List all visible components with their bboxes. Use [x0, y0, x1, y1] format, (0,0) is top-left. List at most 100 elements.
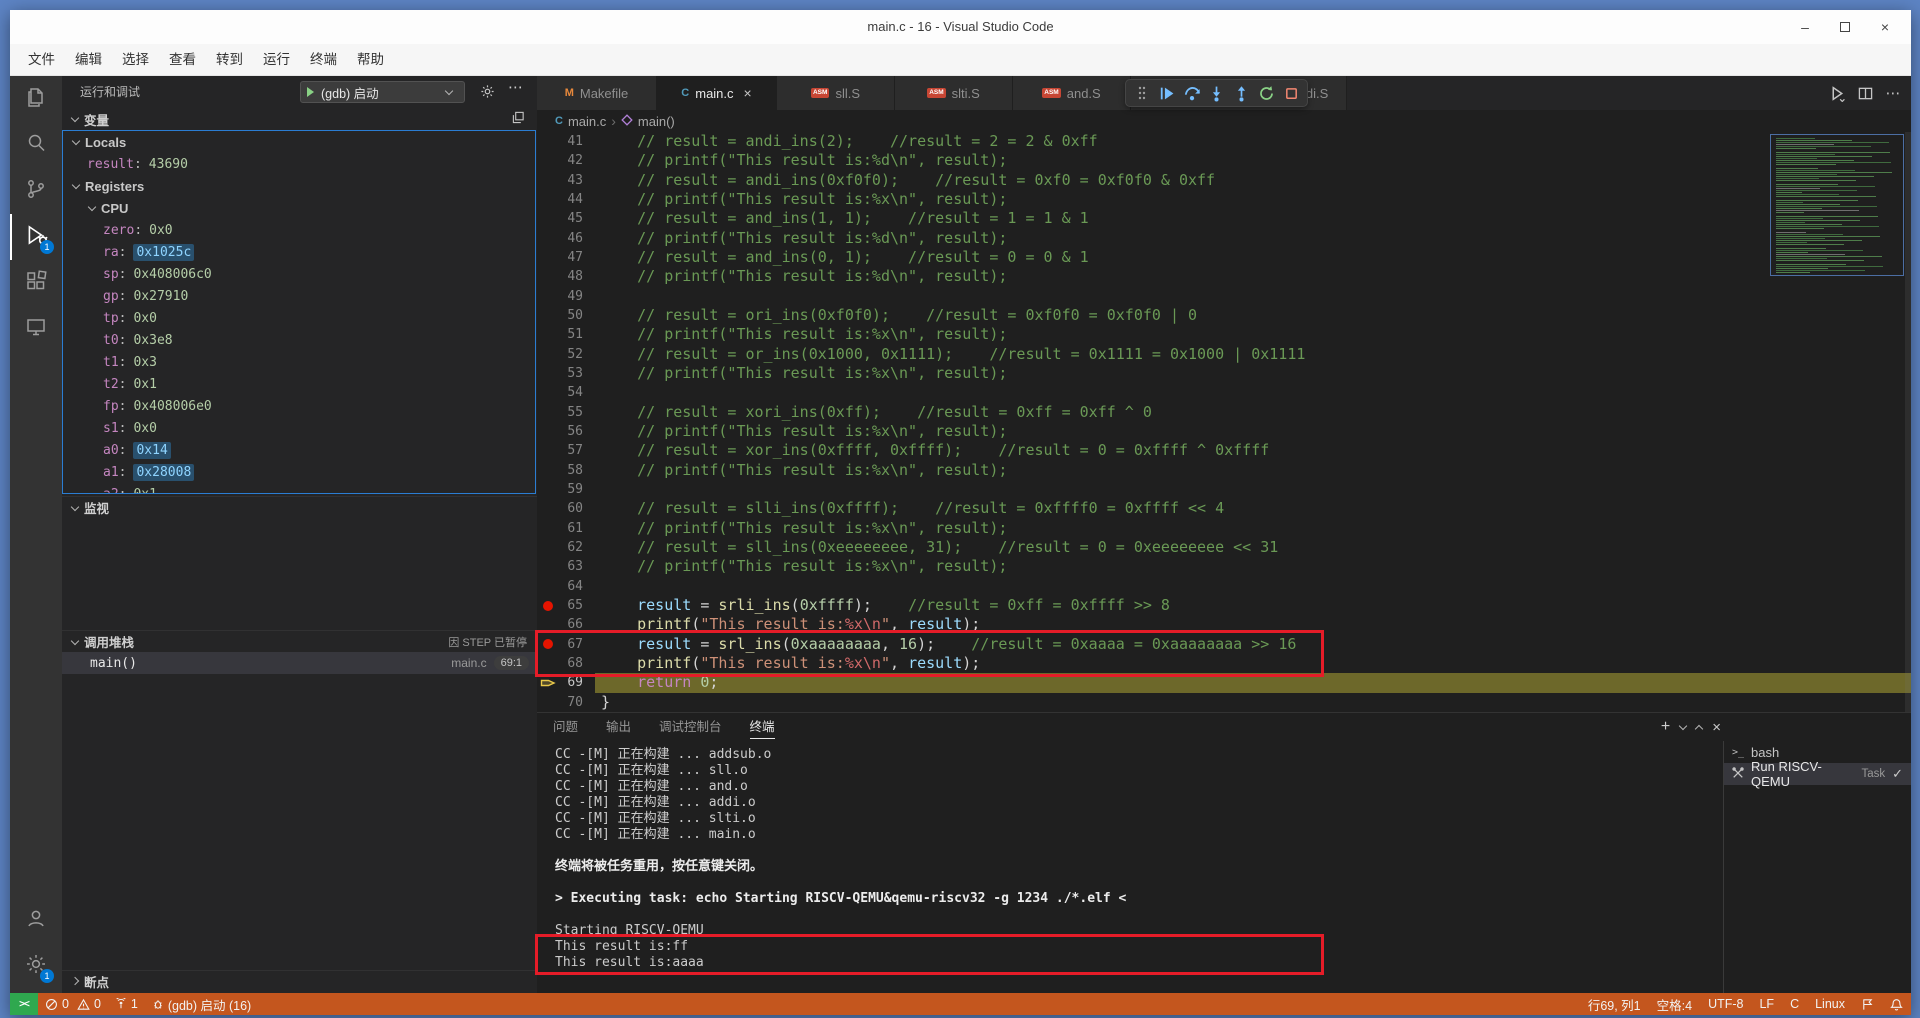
gutter[interactable] — [537, 171, 559, 190]
menu-item-转到[interactable]: 转到 — [206, 44, 253, 76]
ports-status[interactable]: 1 — [108, 993, 145, 1015]
variable-row[interactable]: ra:0x1025c — [63, 241, 535, 263]
panel-tab-调试控制台[interactable]: 调试控制台 — [659, 716, 722, 738]
code-line[interactable]: 63 // printf("This result is:%x\n", resu… — [537, 557, 1911, 576]
gutter[interactable] — [537, 499, 559, 518]
more-actions-icon[interactable]: ⋯ — [508, 78, 524, 96]
status-item[interactable]: 行69, 列1 — [1580, 993, 1649, 1015]
variable-row[interactable]: t2:0x1 — [63, 373, 535, 395]
breadcrumb-file[interactable]: main.c — [568, 114, 606, 129]
code-line[interactable]: 56 // printf("This result is:%x\n", resu… — [537, 422, 1911, 441]
variables-section-header[interactable]: 变量 — [62, 108, 537, 130]
code-line[interactable]: 48 // printf("This result is:%d\n", resu… — [537, 267, 1911, 286]
close-button[interactable]: × — [1865, 10, 1905, 44]
run-or-debug-icon[interactable] — [1825, 81, 1849, 105]
variable-row[interactable]: t1:0x3 — [63, 351, 535, 373]
gutter[interactable] — [537, 345, 559, 364]
tab-main.c[interactable]: Cmain.c × — [657, 76, 777, 110]
code-line[interactable]: 70} — [537, 693, 1911, 712]
gutter[interactable] — [537, 383, 559, 402]
code-line[interactable]: 57 // result = xor_ins(0xffff, 0xffff); … — [537, 441, 1911, 460]
gutter[interactable] — [537, 422, 559, 441]
variable-row[interactable]: t0:0x3e8 — [63, 329, 535, 351]
menu-item-运行[interactable]: 运行 — [253, 44, 300, 76]
minimap[interactable] — [1770, 134, 1904, 276]
status-item[interactable]: C — [1782, 993, 1807, 1015]
code-line[interactable]: 67 result = srl_ins(0xaaaaaaaa, 16); //r… — [537, 635, 1911, 654]
panel-tab-问题[interactable]: 问题 — [553, 716, 578, 738]
gutter[interactable] — [537, 577, 559, 596]
gutter[interactable] — [537, 267, 559, 286]
maximize-button[interactable] — [1825, 10, 1865, 44]
code-line[interactable]: 52 // result = or_ins(0x1000, 0x1111); /… — [537, 345, 1911, 364]
variable-row[interactable]: a1:0x28008 — [63, 461, 535, 483]
activitybar-account[interactable] — [10, 897, 62, 943]
gutter[interactable] — [537, 441, 559, 460]
gutter[interactable] — [537, 209, 559, 228]
gutter[interactable] — [537, 325, 559, 344]
variable-row[interactable]: tp:0x0 — [63, 307, 535, 329]
activitybar-run-and-debug[interactable]: 1 — [10, 214, 62, 260]
code-line[interactable]: 43 // result = andi_ins(0xf0f0); //resul… — [537, 171, 1911, 190]
code-line[interactable]: 42 // printf("This result is:%d\n", resu… — [537, 151, 1911, 170]
status-item[interactable]: LF — [1751, 993, 1782, 1015]
gutter[interactable] — [537, 248, 559, 267]
variable-row[interactable]: s1:0x0 — [63, 417, 535, 439]
gutter[interactable] — [537, 403, 559, 422]
more-actions-icon[interactable]: ⋯ — [1881, 81, 1905, 105]
tab-slti.s[interactable]: ASM slti.S — [895, 76, 1013, 110]
terminal-list-item-run-riscv-qemu[interactable]: Run RISCV-QEMU Task ✓ — [1724, 759, 1911, 789]
menu-item-帮助[interactable]: 帮助 — [347, 44, 394, 76]
code-line[interactable]: 69 return 0; — [537, 673, 1911, 693]
status-item[interactable]: 空格:4 — [1649, 993, 1700, 1015]
chevron-down-icon[interactable] — [1678, 721, 1688, 730]
menu-item-编辑[interactable]: 编辑 — [65, 44, 112, 76]
code-line[interactable]: 58 // printf("This result is:%x\n", resu… — [537, 461, 1911, 480]
gutter[interactable] — [537, 287, 559, 306]
variables-panel[interactable]: Locals result:43690 Registers CPU zero:0x0 ra… — [62, 130, 536, 494]
variables-group-row[interactable]: Locals — [63, 131, 535, 153]
breadcrumb-symbol[interactable]: main() — [638, 114, 675, 129]
editor-scrollbar[interactable] — [1905, 132, 1911, 712]
code-line[interactable]: 47 // result = and_ins(0, 1); //result =… — [537, 248, 1911, 267]
code-line[interactable]: 62 // result = sll_ins(0xeeeeeeee, 31); … — [537, 538, 1911, 557]
gutter[interactable] — [537, 519, 559, 538]
gutter[interactable] — [537, 132, 559, 151]
code-editor[interactable]: 41 // result = andi_ins(2); //result = 2… — [537, 132, 1911, 712]
code-line[interactable]: 54 — [537, 383, 1911, 402]
split-editor-icon[interactable] — [1853, 81, 1877, 105]
variables-group-row[interactable]: Registers — [63, 175, 535, 197]
launch-config-dropdown[interactable]: (gdb) 启动 — [300, 81, 465, 103]
variables-group-row[interactable]: CPU — [63, 197, 535, 219]
gutter[interactable] — [537, 364, 559, 383]
code-line[interactable]: 41 // result = andi_ins(2); //result = 2… — [537, 132, 1911, 151]
panel-tab-输出[interactable]: 输出 — [606, 716, 631, 738]
variable-row[interactable]: a0:0x14 — [63, 439, 535, 461]
panel-tab-终端[interactable]: 终端 — [749, 716, 775, 739]
close-tab-icon[interactable]: × — [744, 85, 752, 101]
minimize-button[interactable]: – — [1785, 10, 1825, 44]
tab-and.s[interactable]: ASM and.S — [1013, 76, 1131, 110]
gutter[interactable] — [537, 557, 559, 576]
gutter[interactable] — [537, 538, 559, 557]
continue-icon[interactable] — [1154, 80, 1179, 106]
start-debug-icon[interactable] — [307, 87, 314, 97]
call-stack-section-header[interactable]: 调用堆栈 因 STEP 已暂停 — [62, 630, 537, 652]
current-line-arrow-icon[interactable] — [537, 673, 559, 692]
code-line[interactable]: 66 printf("This result is:%x\n", result)… — [537, 615, 1911, 634]
variable-row[interactable]: a2:0x1 — [63, 483, 535, 494]
code-line[interactable]: 51 // printf("This result is:%x\n", resu… — [537, 325, 1911, 344]
menu-item-查看[interactable]: 查看 — [159, 44, 206, 76]
step-into-icon[interactable] — [1204, 80, 1229, 106]
variable-row[interactable]: fp:0x408006e0 — [63, 395, 535, 417]
step-over-icon[interactable] — [1179, 80, 1204, 106]
gutter[interactable] — [537, 306, 559, 325]
code-line[interactable]: 65 result = srli_ins(0xffff); //result =… — [537, 596, 1911, 615]
code-line[interactable]: 59 — [537, 480, 1911, 499]
notifications-bell-icon[interactable] — [1882, 993, 1911, 1015]
step-out-icon[interactable] — [1229, 80, 1254, 106]
gutter[interactable] — [537, 461, 559, 480]
gutter[interactable] — [537, 151, 559, 170]
watch-section-header[interactable]: 监视 — [62, 496, 537, 518]
code-line[interactable]: 64 — [537, 577, 1911, 596]
